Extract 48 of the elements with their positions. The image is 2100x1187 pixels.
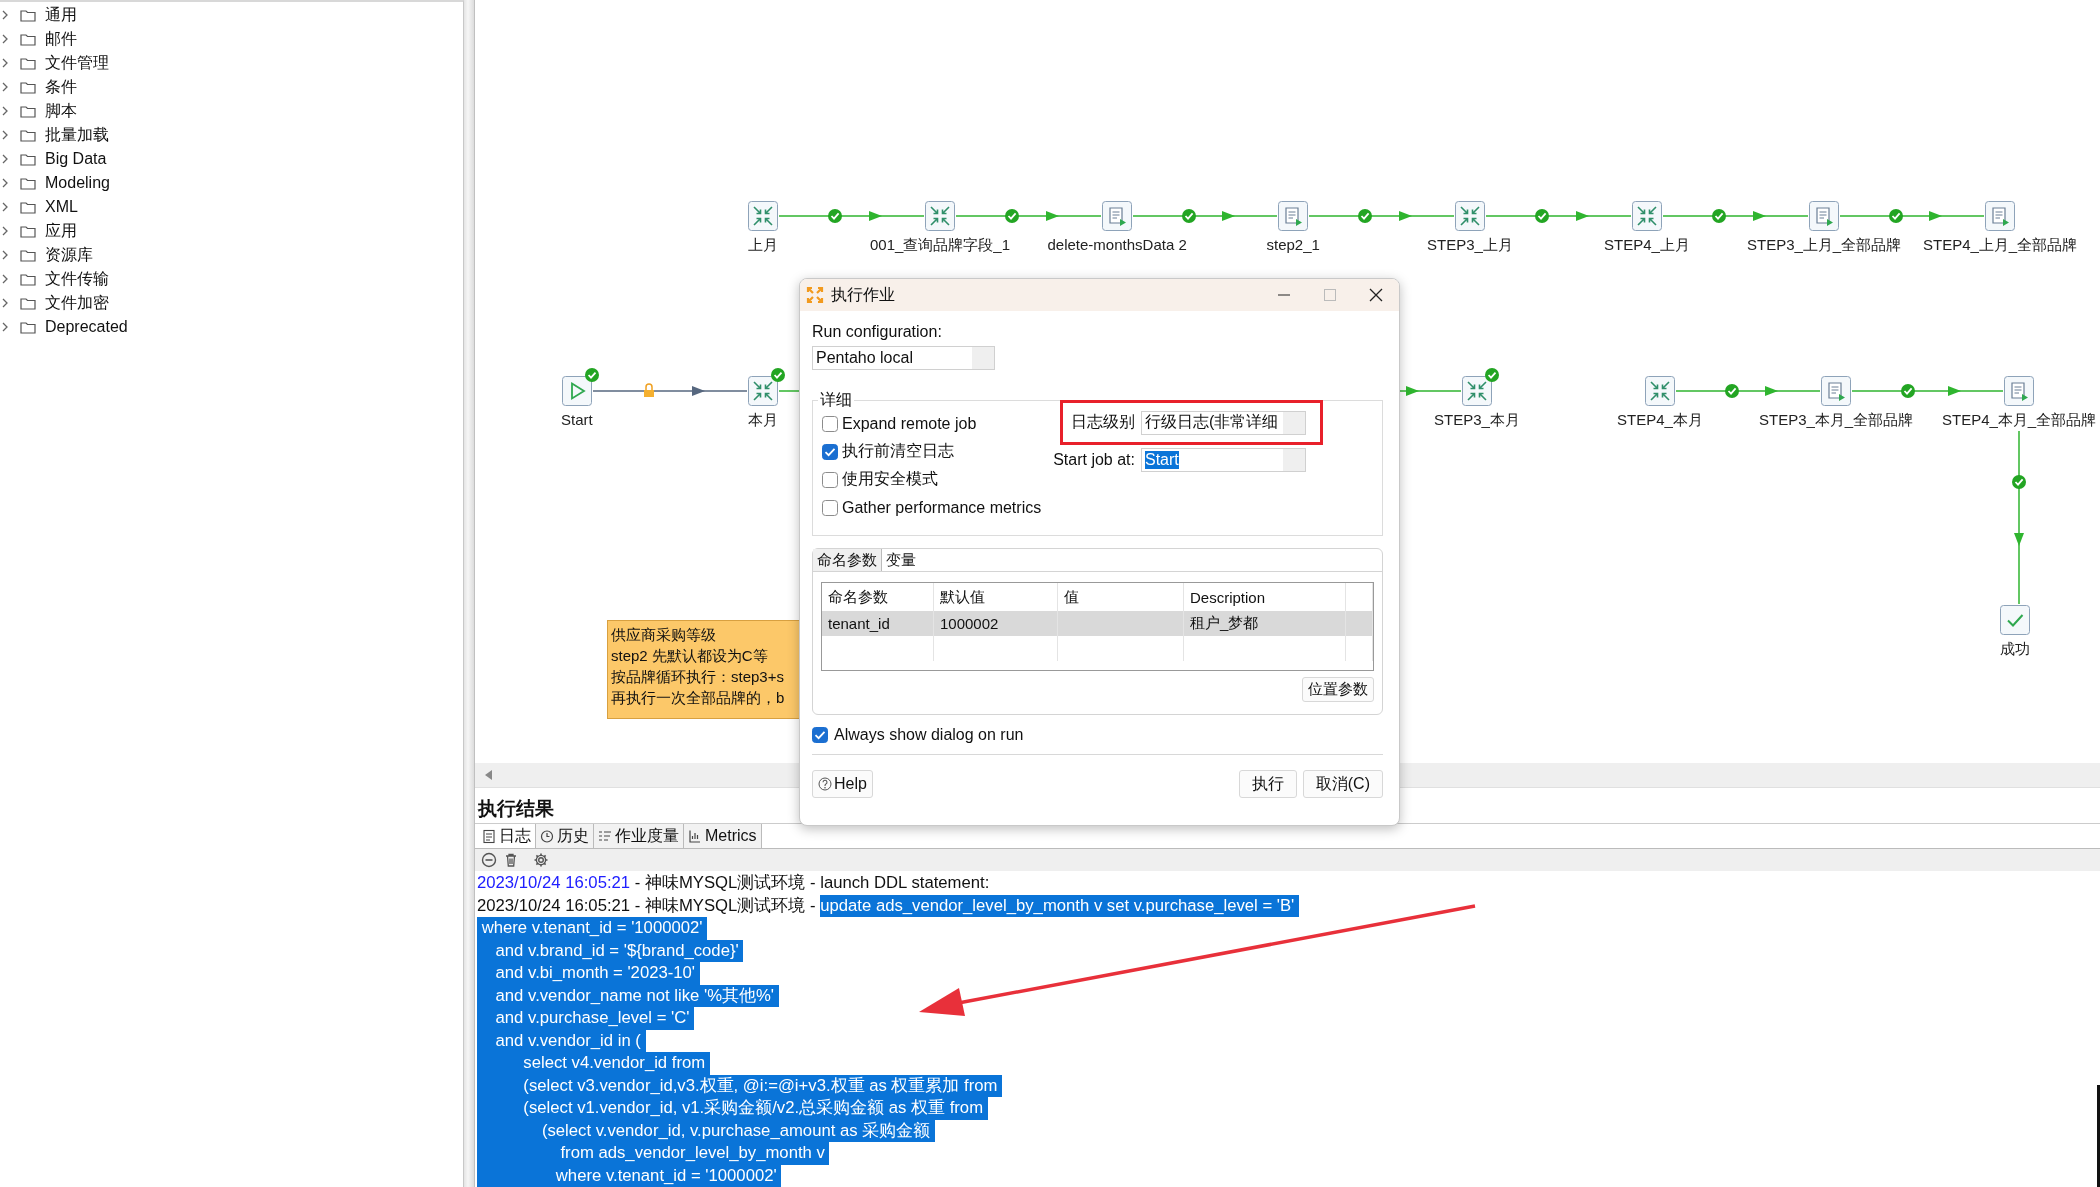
node-label: Start xyxy=(561,411,593,428)
log-text: 2023/10/24 16:05:21 - 神味MYSQL测试环境 - xyxy=(477,894,817,917)
checkbox-label: Always show dialog on run xyxy=(834,725,1024,744)
log-text: (select v1.vendor_id, v1.采购金额/v2.总采购金额 as 权重 from xyxy=(477,1097,988,1120)
node-label: 本月 xyxy=(748,411,778,430)
checkbox-label: Gather performance metrics xyxy=(842,498,1042,517)
node-label: 上月 xyxy=(748,236,778,255)
node-label: STEP4_本月 xyxy=(1617,411,1703,430)
log-text: and v.bi_month = '2023-10' xyxy=(477,962,700,985)
log-text: select v4.vendor_id from xyxy=(477,1052,710,1075)
node-label: STEP4_本月_全部品牌 xyxy=(1942,411,2097,430)
field-label: Run configuration: xyxy=(812,323,943,341)
field-label: 日志级别 xyxy=(1071,412,1135,432)
log-text: where v.tenant_id = '1000002' xyxy=(477,917,708,940)
panel-title: 执行结果 xyxy=(476,797,555,821)
log-text: (select v.vendor_id, v.purchase_amount as 采购金额 xyxy=(477,1119,935,1142)
node-label: delete-monthsData 2 xyxy=(1047,236,1187,253)
node-label: 001_查询品牌字段_1 xyxy=(870,236,1011,255)
node-label: 成功 xyxy=(2000,640,2030,659)
node-label: STEP4_上月_全部品牌 xyxy=(1923,236,2078,255)
node-label: STEP3_本月 xyxy=(1434,411,1520,430)
node-label: step2_1 xyxy=(1266,236,1320,253)
note-text: step2 先默认都设为C等 xyxy=(611,646,769,666)
node-label: STEP3_上月 xyxy=(1427,236,1513,255)
window-title: 执行作业 xyxy=(831,284,895,305)
log-text: from ads_vendor_level_by_month v xyxy=(477,1142,830,1165)
log-text: and v.brand_id = '${brand_code}' xyxy=(477,939,744,962)
log-text: 2023/10/24 16:05:21 xyxy=(477,872,631,894)
note-text: 按品牌循环执行：step3+s xyxy=(611,667,785,687)
log-text: (select v3.vendor_id,v3.权重, @i:=@i+v3.权重 as 权重累加 from xyxy=(477,1074,1003,1097)
log-text: and v.purchase_level = 'C' xyxy=(477,1007,695,1030)
field-label: Start job at: xyxy=(1053,451,1135,469)
node-label: STEP3_本月_全部品牌 xyxy=(1759,411,1914,430)
log-text: update ads_vendor_level_by_month v set v.purchase_level = 'B' xyxy=(820,894,1299,917)
log-text: and v.vendor_id in ( xyxy=(477,1029,646,1052)
checkbox-label: 执行前清空日志 xyxy=(842,441,954,461)
note-text: 供应商采购等级 xyxy=(611,625,717,645)
table-cell: 1000002 xyxy=(934,611,1058,636)
log-text: where v.tenant_id = '1000002' xyxy=(477,1164,782,1187)
table-cell: 租户_梦都 xyxy=(1184,611,1346,636)
table-cell: tenant_id xyxy=(822,611,934,636)
log-text: and v.vendor_name not like '%其他%' xyxy=(477,984,779,1007)
checkbox-label: 使用安全模式 xyxy=(842,469,938,489)
checkbox-label: Expand remote job xyxy=(842,414,977,433)
node-label: STEP4_上月 xyxy=(1604,236,1690,255)
node-label: STEP3_上月_全部品牌 xyxy=(1747,236,1902,255)
log-text: - 神味MYSQL测试环境 - launch DDL statement: xyxy=(633,872,990,894)
note-text: 再执行一次全部品牌的，b xyxy=(611,688,786,708)
